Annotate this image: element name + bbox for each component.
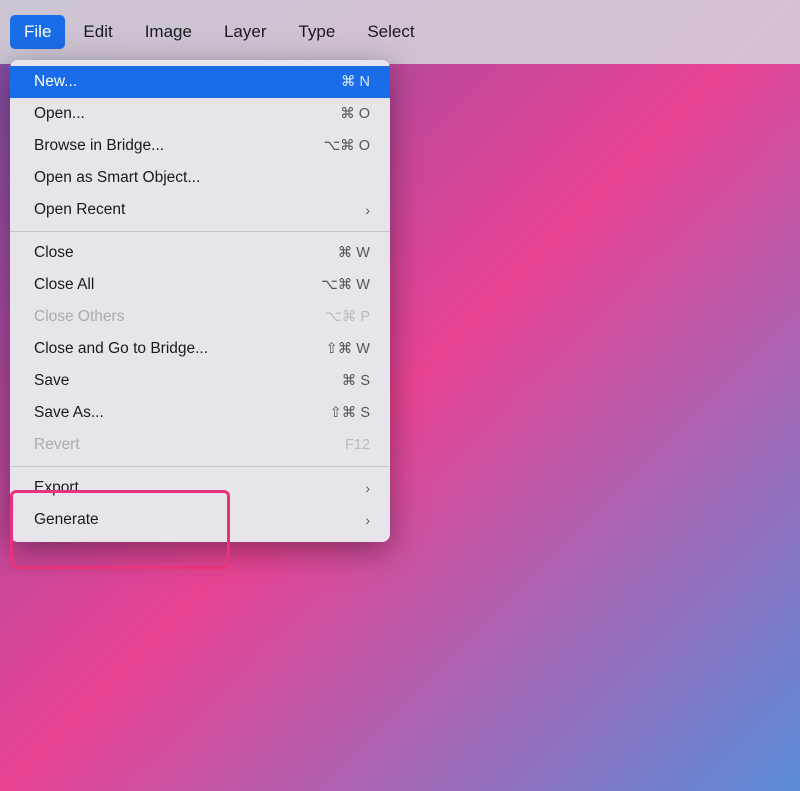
menu-item-close-all[interactable]: Close All ⌥⌘ W [10,269,390,301]
menu-item-close[interactable]: Close ⌘ W [10,237,390,269]
menu-item-export[interactable]: Export › [10,472,390,504]
menu-file[interactable]: File [10,15,65,49]
menu-item-save-as-shortcut: ⇧⌘ S [330,405,370,421]
menu-item-revert-label: Revert [34,436,80,454]
menu-item-open-label: Open... [34,105,85,123]
menu-item-close-others-label: Close Others [34,308,124,326]
menu-item-close-others-shortcut: ⌥⌘ P [325,309,370,325]
menu-item-save-label: Save [34,372,69,390]
export-chevron-right-icon: › [365,480,370,496]
separator-1 [10,231,390,232]
menu-item-new-label: New... [34,73,77,91]
menu-item-new-shortcut: ⌘ N [341,74,370,90]
menu-item-close-all-label: Close All [34,276,94,294]
menu-item-open-recent[interactable]: Open Recent › [10,194,390,226]
file-menu-dropdown: New... ⌘ N Open... ⌘ O Browse in Bridge.… [10,60,390,542]
menu-item-close-all-shortcut: ⌥⌘ W [321,277,370,293]
menu-item-open-smart[interactable]: Open as Smart Object... [10,162,390,194]
chevron-right-icon: › [365,202,370,218]
menu-edit[interactable]: Edit [69,15,126,49]
menu-item-close-bridge[interactable]: Close and Go to Bridge... ⇧⌘ W [10,333,390,365]
menu-item-browse-bridge-label: Browse in Bridge... [34,137,164,155]
menu-item-new[interactable]: New... ⌘ N [10,66,390,98]
menu-select[interactable]: Select [353,15,428,49]
menu-item-close-shortcut: ⌘ W [338,245,370,261]
menu-item-close-bridge-shortcut: ⇧⌘ W [326,341,370,357]
menu-item-save-as[interactable]: Save As... ⇧⌘ S [10,397,390,429]
menu-item-save-as-label: Save As... [34,404,104,422]
menu-item-save[interactable]: Save ⌘ S [10,365,390,397]
menu-item-generate[interactable]: Generate › [10,504,390,536]
menu-item-open[interactable]: Open... ⌘ O [10,98,390,130]
menu-item-export-label: Export [34,479,79,497]
menu-item-save-shortcut: ⌘ S [342,373,370,389]
menu-item-close-bridge-label: Close and Go to Bridge... [34,340,208,358]
menu-image[interactable]: Image [131,15,206,49]
menu-item-browse-bridge-shortcut: ⌥⌘ O [323,138,370,154]
separator-2 [10,466,390,467]
menu-item-revert: Revert F12 [10,429,390,461]
menu-item-generate-label: Generate [34,511,99,529]
menu-item-browse-bridge[interactable]: Browse in Bridge... ⌥⌘ O [10,130,390,162]
menu-item-revert-shortcut: F12 [345,437,370,453]
menu-item-close-label: Close [34,244,74,262]
menu-item-open-shortcut: ⌘ O [340,106,370,122]
menu-item-open-smart-label: Open as Smart Object... [34,169,200,187]
generate-chevron-right-icon: › [365,512,370,528]
menu-item-close-others: Close Others ⌥⌘ P [10,301,390,333]
menu-bar: File Edit Image Layer Type Select [0,0,800,64]
menu-item-open-recent-label: Open Recent [34,201,125,219]
menu-layer[interactable]: Layer [210,15,281,49]
menu-type[interactable]: Type [284,15,349,49]
